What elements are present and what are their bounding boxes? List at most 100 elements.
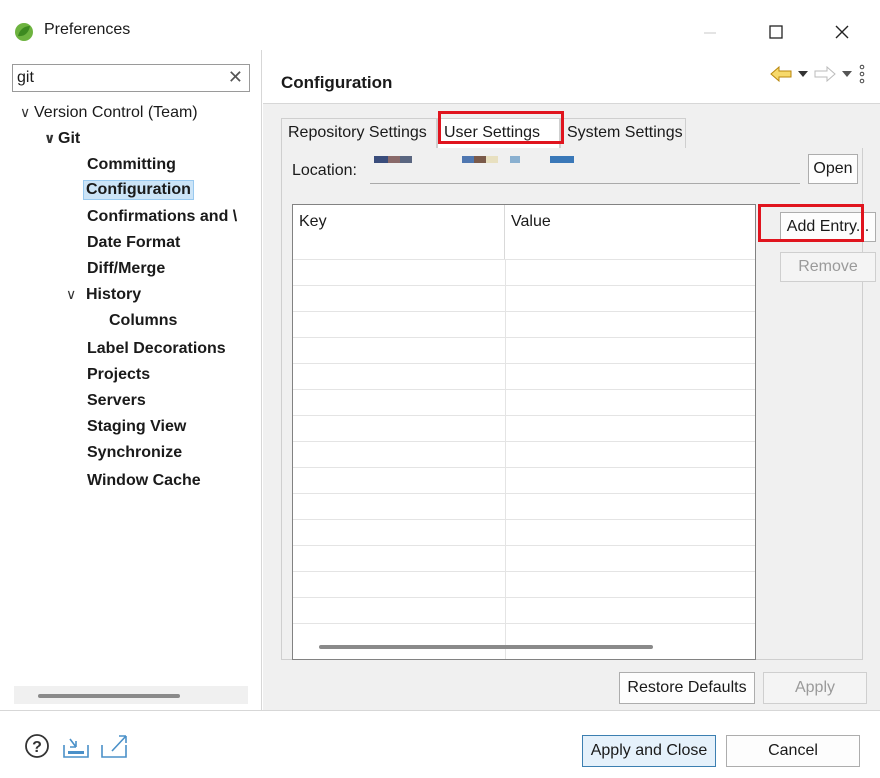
tree-item-label: Version Control (Team) [34,104,198,121]
tree-item-label: Projects [87,366,151,383]
row-divider [293,415,755,416]
page-navigation [770,64,866,84]
tree-item-staging-view[interactable]: Staging View [87,418,186,436]
tree-item-label: Columns [109,312,178,329]
filter-value: git [17,69,34,86]
row-divider [293,337,755,338]
tree-item-diff-merge[interactable]: Diff/Merge [87,260,165,278]
back-dropdown-icon[interactable] [798,70,808,78]
chevron-down-icon[interactable]: ∨ [20,104,34,121]
forward-arrow-icon[interactable] [814,66,836,82]
tree-item-confirmations[interactable]: Confirmations and \ [87,208,237,226]
redacted-path [400,156,412,163]
forward-dropdown-icon[interactable] [842,70,852,78]
tree-item-label-decorations[interactable]: Label Decorations [87,340,226,358]
column-header-key[interactable]: Key [293,205,505,259]
tree-item-columns[interactable]: Columns [109,312,177,330]
back-arrow-icon[interactable] [770,66,792,82]
row-divider [293,441,755,442]
location-label: Location: [292,162,357,179]
tree-item-window-cache[interactable]: Window Cache [87,472,201,490]
tree-item-label: Git [58,130,81,147]
redacted-path [388,156,400,163]
close-icon [835,25,849,39]
tree-item-label: Window Cache [87,472,201,489]
close-button[interactable] [822,14,862,50]
row-divider [293,363,755,364]
row-divider [293,259,755,260]
redacted-path [486,156,498,163]
tree-item-label: History [86,286,142,303]
row-divider [293,285,755,286]
tree-item-date-format[interactable]: Date Format [87,234,180,252]
open-button[interactable]: Open [808,154,858,184]
row-divider [293,311,755,312]
tree-item-projects[interactable]: Projects [87,366,150,384]
preferences-tree-pane: git ✕ ∨ Version Control (Team) ∨ Git Commi… [0,50,262,710]
row-divider [293,545,755,546]
chevron-down-icon[interactable]: ∨ [44,130,58,147]
filter-input[interactable]: git ✕ [12,64,250,92]
tree-item-label: Servers [87,392,146,409]
tree-item-label: Date Format [87,234,181,251]
redacted-path [510,156,520,163]
row-divider [293,623,755,624]
page-title: Configuration [281,73,393,92]
tree-item-label: Staging View [87,418,187,435]
window-title: Preferences [44,21,131,38]
tree-item-label: Diff/Merge [87,260,166,277]
row-divider [293,571,755,572]
redacted-path [474,156,486,163]
column-header-value[interactable]: Value [505,205,755,259]
tree-item-version-control[interactable]: ∨ Version Control (Team) [20,104,198,122]
minimize-icon [704,32,716,34]
tree-item-configuration[interactable]: Configuration [83,180,194,200]
dialog-button-bar: ? Apply and Close Cancel [0,710,880,778]
apply-and-close-button[interactable]: Apply and Close [582,735,716,767]
tree-item-label: Synchronize [87,444,183,461]
row-divider [293,519,755,520]
tab-system-settings[interactable]: System Settings [560,118,686,148]
tree-item-history[interactable]: ∨ History [66,286,141,304]
tree-item-label: Label Decorations [87,340,226,357]
tree-item-label: Configuration [86,181,191,198]
column-divider [505,259,506,659]
redacted-path [462,156,474,163]
tree-item-committing[interactable]: Committing [87,156,176,174]
chevron-down-icon[interactable]: ∨ [66,286,80,303]
restore-defaults-button[interactable]: Restore Defaults [619,672,755,704]
page-header: Configuration [263,50,880,104]
row-divider [293,389,755,390]
apply-button: Apply [763,672,867,704]
row-divider [293,493,755,494]
tree-item-label: Committing [87,156,176,173]
cancel-button[interactable]: Cancel [726,735,860,767]
view-menu-icon[interactable] [858,64,866,84]
tree-item-git[interactable]: ∨ Git [44,130,80,148]
spring-leaf-icon [15,23,33,41]
config-entries-table[interactable]: Key Value [292,204,756,660]
tree-item-servers[interactable]: Servers [87,392,146,410]
add-entry-highlight [758,204,864,242]
redacted-path [374,156,388,163]
export-icon[interactable] [100,733,130,759]
row-divider [293,597,755,598]
preference-page: Configuration Repository Settings User S… [263,50,880,710]
user-settings-highlight [438,111,564,144]
redacted-path [550,156,574,163]
clear-filter-icon[interactable]: ✕ [228,67,243,88]
import-icon[interactable] [62,735,90,759]
tree-item-label: Confirmations and \ [87,208,238,225]
remove-button: Remove [780,252,876,282]
table-horizontal-scrollbar[interactable] [319,645,653,649]
location-field [370,154,800,184]
tree-item-synchronize[interactable]: Synchronize [87,444,182,462]
maximize-button[interactable] [756,14,796,50]
title-bar: Preferences [0,0,880,50]
scrollbar-thumb[interactable] [38,694,180,698]
tree-horizontal-scrollbar[interactable] [14,686,248,704]
tab-repository-settings[interactable]: Repository Settings [281,118,437,148]
row-divider [293,467,755,468]
help-icon[interactable]: ? [24,733,50,759]
minimize-button[interactable] [690,14,730,50]
